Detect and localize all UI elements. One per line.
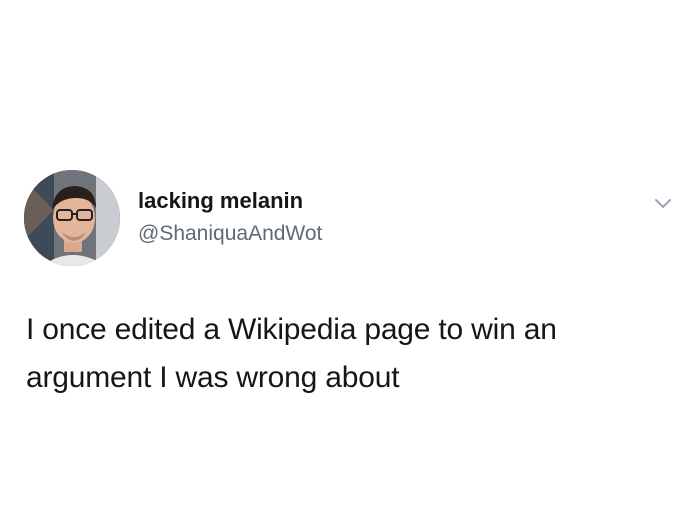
tweet-card: lacking melanin @ShaniquaAndWot I once e… (0, 0, 700, 521)
avatar-image (24, 170, 120, 266)
avatar[interactable] (24, 170, 120, 266)
chevron-down-icon[interactable] (652, 192, 674, 214)
tweet-text: I once edited a Wikipedia page to win an… (26, 313, 557, 394)
user-handle[interactable]: @ShaniquaAndWot (138, 222, 322, 246)
display-name[interactable]: lacking melanin (138, 188, 303, 214)
